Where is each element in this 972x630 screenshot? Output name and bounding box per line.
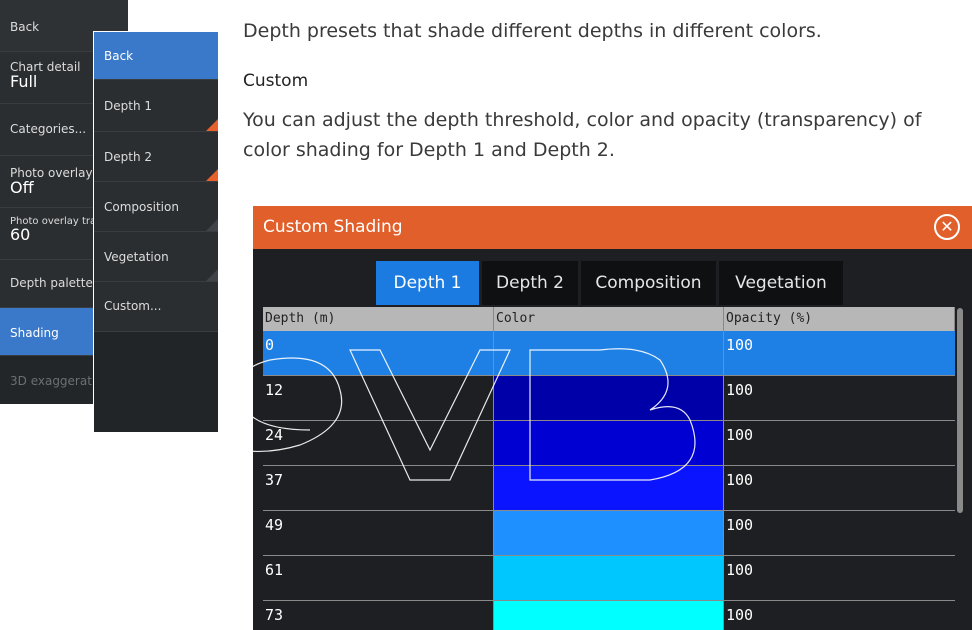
menu2-item-label: Custom... xyxy=(104,299,162,313)
depth-cell[interactable]: 73 xyxy=(263,601,494,630)
opacity-cell[interactable]: 100 xyxy=(724,511,955,555)
dialog-title: Custom Shading xyxy=(263,217,403,237)
menu2-item-label: Vegetation xyxy=(104,250,169,264)
submenu-indicator-icon xyxy=(206,269,218,281)
menu2-item-custom[interactable]: Custom... xyxy=(94,282,218,332)
submenu-indicator-icon xyxy=(206,219,218,231)
color-swatch-cell[interactable] xyxy=(494,601,724,630)
doc-heading: Custom xyxy=(243,71,309,91)
menu2-item-depth-2[interactable]: Depth 2 xyxy=(94,132,218,182)
menu2-item-label: Depth 1 xyxy=(104,99,152,113)
depth-cell[interactable]: 61 xyxy=(263,556,494,600)
menu2-item-depth-1[interactable]: Depth 1 xyxy=(94,80,218,132)
column-header-color: Color xyxy=(494,307,724,331)
submenu-indicator-icon xyxy=(206,169,218,181)
menu2-item-label: Composition xyxy=(104,200,179,214)
tab-depth-2[interactable]: Depth 2 xyxy=(482,261,578,305)
depth-cell[interactable]: 49 xyxy=(263,511,494,555)
menu2-back-button[interactable]: Back xyxy=(94,32,218,80)
dialog-title-bar: Custom Shading ✕ xyxy=(253,206,972,249)
menu2-item-composition[interactable]: Composition xyxy=(94,182,218,232)
menu2-item-label: Depth 2 xyxy=(104,150,152,164)
menu2-item-vegetation[interactable]: Vegetation xyxy=(94,232,218,282)
column-header-depth: Depth (m) xyxy=(263,307,494,331)
color-swatch-cell[interactable] xyxy=(494,511,724,555)
color-swatch-cell[interactable] xyxy=(494,556,724,600)
doc-body-text: You can adjust the depth threshold, colo… xyxy=(243,109,922,161)
tab-vegetation[interactable]: Vegetation xyxy=(719,261,843,305)
close-icon[interactable]: ✕ xyxy=(934,214,960,240)
watermark-logo xyxy=(154,348,696,481)
doc-intro-text: Depth presets that shade different depth… xyxy=(243,20,822,42)
submenu-indicator-icon xyxy=(206,119,218,131)
table-scrollbar[interactable] xyxy=(957,308,963,513)
table-row[interactable]: 61 100 xyxy=(263,556,955,601)
menu2-item-label: Back xyxy=(104,49,134,63)
table-row[interactable]: 73 100 xyxy=(263,601,955,630)
tab-composition[interactable]: Composition xyxy=(581,261,716,305)
table-row[interactable]: 49 100 xyxy=(263,511,955,556)
opacity-cell[interactable]: 100 xyxy=(724,556,955,600)
opacity-cell[interactable]: 100 xyxy=(724,601,955,630)
tab-depth-1[interactable]: Depth 1 xyxy=(376,261,479,305)
column-header-opacity: Opacity (%) xyxy=(724,307,955,331)
